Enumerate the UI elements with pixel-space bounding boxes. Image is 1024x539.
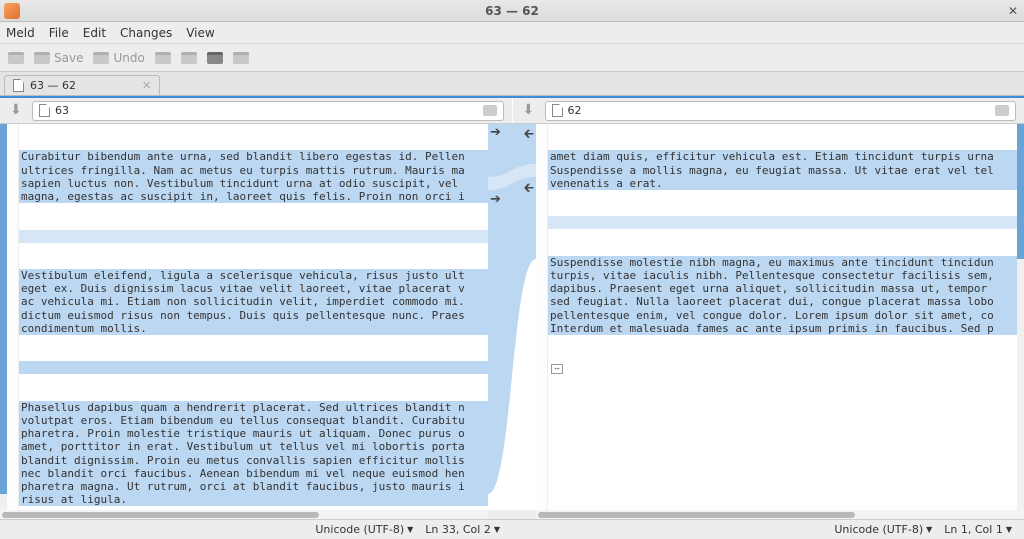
open-folder-icon[interactable] [995, 105, 1009, 116]
save-label: Save [54, 51, 83, 65]
push-right-icon[interactable]: ➔ [490, 125, 501, 140]
diff-gap [548, 216, 1017, 229]
fold-row: ⋯ [548, 361, 1017, 374]
drive-icon [207, 52, 223, 64]
push-left-icon[interactable]: 🡰 [523, 125, 534, 147]
undo-button[interactable]: Undo [93, 51, 144, 65]
window-title: 63 — 62 [485, 4, 539, 18]
diff-block: Suspendisse molestie nibh magna, eu maxi… [548, 256, 1017, 335]
left-line-gutter [7, 124, 19, 510]
left-hscroll[interactable] [0, 510, 488, 519]
download-icon[interactable] [521, 103, 537, 119]
filebar: 63 62 [0, 98, 1024, 124]
toolbar-icon-button[interactable] [207, 52, 223, 64]
right-pane[interactable]: amet diam quis, efficitur vehicula est. … [536, 124, 1017, 510]
drive-icon [181, 52, 197, 64]
left-cursor-pos-dropdown[interactable]: Ln 33, Col 2 ▼ [425, 523, 500, 536]
fold-icon[interactable]: ⋯ [551, 364, 563, 374]
drive-icon [93, 52, 109, 64]
app-logo-icon [4, 3, 20, 19]
diff-gap [19, 361, 488, 374]
diff-gap [19, 230, 488, 243]
open-folder-icon[interactable] [483, 105, 497, 116]
link-gutter: ➔ 🡰 ➔ 🡰 [488, 124, 536, 510]
menu-file[interactable]: File [49, 26, 69, 40]
left-overview-gutter[interactable] [0, 124, 7, 510]
statusbar: Unicode (UTF-8) ▼ Ln 33, Col 2 ▼ Unicode… [0, 519, 1024, 539]
horizontal-scrollbars [0, 510, 1024, 519]
push-right-icon[interactable]: ➔ [490, 192, 501, 207]
left-file-field[interactable]: 63 [32, 101, 504, 121]
chevron-down-icon: ▼ [926, 525, 932, 534]
diff-block: Curabitur bibendum ante urna, sed blandi… [19, 150, 488, 203]
menubar: Meld File Edit Changes View [0, 22, 1024, 44]
toolbar-icon-button[interactable] [233, 52, 249, 64]
diff-block: amet diam quis, efficitur vehicula est. … [548, 150, 1017, 190]
toolbar-icon-button[interactable] [155, 52, 171, 64]
right-text[interactable]: amet diam quis, efficitur vehicula est. … [548, 124, 1017, 510]
drive-icon [8, 52, 24, 64]
document-icon [39, 104, 50, 117]
download-icon[interactable] [8, 103, 24, 119]
left-pane[interactable]: Curabitur bibendum ante urna, sed blandi… [7, 124, 488, 510]
tab-label: 63 — 62 [30, 79, 76, 92]
right-overview-gutter[interactable] [1017, 124, 1024, 510]
tab-diff[interactable]: 63 — 62 ✕ [4, 75, 160, 95]
drive-icon [34, 52, 50, 64]
toolbar: Save Undo [0, 44, 1024, 72]
menu-view[interactable]: View [186, 26, 214, 40]
right-filename: 62 [568, 104, 582, 117]
close-icon[interactable]: ✕ [1008, 4, 1018, 18]
titlebar: 63 — 62 ✕ [0, 0, 1024, 22]
left-text[interactable]: Curabitur bibendum ante urna, sed blandi… [19, 124, 488, 510]
right-cursor-pos-dropdown[interactable]: Ln 1, Col 1 ▼ [944, 523, 1012, 536]
right-file-field[interactable]: 62 [545, 101, 1017, 121]
document-icon [13, 79, 24, 92]
push-left-icon[interactable]: 🡰 [523, 179, 534, 201]
menu-changes[interactable]: Changes [120, 26, 172, 40]
tabbar: 63 — 62 ✕ [0, 72, 1024, 96]
undo-label: Undo [113, 51, 144, 65]
diff-block: Phasellus dapibus quam a hendrerit place… [19, 401, 488, 507]
right-hscroll[interactable] [536, 510, 1024, 519]
toolbar-icon-button[interactable] [8, 52, 24, 64]
chevron-down-icon: ▼ [1006, 525, 1012, 534]
tab-close-icon[interactable]: ✕ [142, 79, 151, 92]
diff-block: Vestibulum eleifend, ligula a scelerisqu… [19, 269, 488, 335]
toolbar-icon-button[interactable] [181, 52, 197, 64]
left-filename: 63 [55, 104, 69, 117]
drive-icon [155, 52, 171, 64]
save-button[interactable]: Save [34, 51, 83, 65]
diff-view: Curabitur bibendum ante urna, sed blandi… [0, 124, 1024, 510]
drive-icon [233, 52, 249, 64]
chevron-down-icon: ▼ [494, 525, 500, 534]
chevron-down-icon: ▼ [407, 525, 413, 534]
left-encoding-dropdown[interactable]: Unicode (UTF-8) ▼ [315, 523, 413, 536]
menu-meld[interactable]: Meld [6, 26, 35, 40]
right-encoding-dropdown[interactable]: Unicode (UTF-8) ▼ [834, 523, 932, 536]
menu-edit[interactable]: Edit [83, 26, 106, 40]
document-icon [552, 104, 563, 117]
right-line-gutter [536, 124, 548, 510]
